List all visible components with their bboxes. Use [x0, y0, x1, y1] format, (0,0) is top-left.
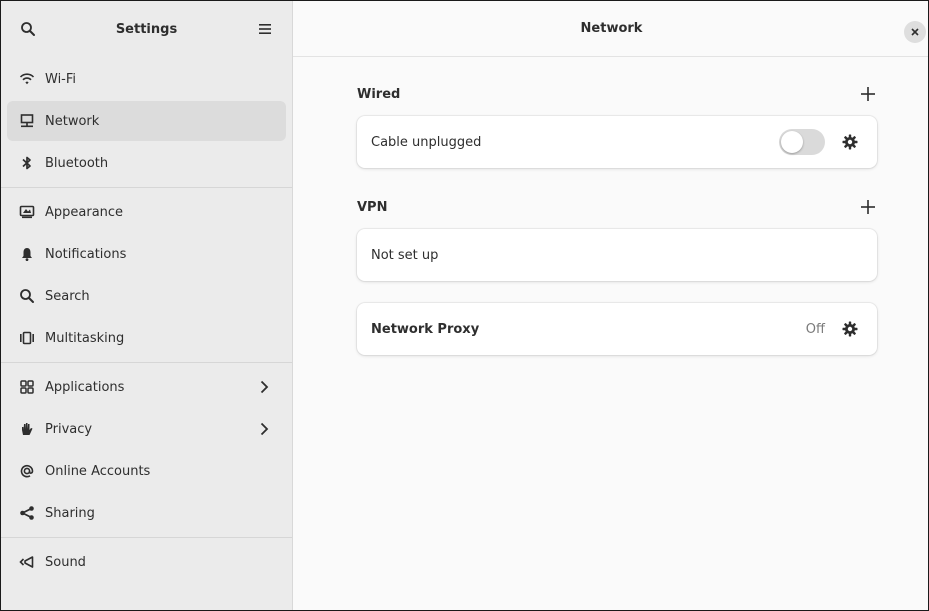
wired-connection-row: Cable unplugged [357, 116, 877, 168]
wired-settings-button[interactable] [841, 133, 859, 151]
sidebar-title: Settings [115, 21, 178, 37]
sidebar-nav: Wi-Fi Network Bluetooth Appearance Notif… [1, 59, 292, 582]
vpn-row: Not set up [357, 229, 877, 281]
sidebar-item-applications[interactable]: Applications [7, 367, 286, 407]
close-button[interactable] [904, 21, 926, 43]
sidebar-item-label: Privacy [45, 421, 93, 437]
speaker-icon [19, 554, 35, 570]
sidebar-item-label: Appearance [45, 204, 124, 220]
sidebar-item-label: Bluetooth [45, 155, 109, 171]
wired-status-label: Cable unplugged [371, 134, 482, 150]
sidebar-item-sharing[interactable]: Sharing [7, 493, 286, 533]
search-icon [19, 288, 35, 304]
close-icon [911, 28, 919, 36]
sidebar: Settings Wi-Fi Network Bluetooth Appeara… [1, 1, 293, 610]
sidebar-item-online-accounts[interactable]: Online Accounts [7, 451, 286, 491]
sidebar-item-label: Applications [45, 379, 125, 395]
search-icon[interactable] [15, 16, 41, 42]
sidebar-separator [1, 537, 292, 538]
main-header: Network [293, 1, 928, 57]
sidebar-item-label: Sound [45, 554, 86, 570]
sidebar-item-label: Network [45, 113, 100, 129]
bell-icon [19, 246, 35, 262]
sidebar-item-search[interactable]: Search [7, 276, 286, 316]
sidebar-item-multitasking[interactable]: Multitasking [7, 318, 286, 358]
sidebar-header: Settings [1, 1, 292, 57]
sidebar-item-network[interactable]: Network [7, 101, 286, 141]
sidebar-item-label: Search [45, 288, 90, 304]
add-wired-button[interactable] [859, 85, 877, 103]
network-proxy-settings-button[interactable] [841, 320, 859, 338]
sidebar-item-label: Multitasking [45, 330, 125, 346]
bluetooth-icon [19, 155, 35, 171]
sidebar-item-privacy[interactable]: Privacy [7, 409, 286, 449]
hand-icon [19, 421, 35, 437]
main-panel: Network Wired Cable unplugged VPN Not se… [293, 1, 928, 610]
applications-icon [19, 379, 35, 395]
wired-toggle[interactable] [779, 129, 825, 155]
plus-icon [861, 200, 875, 214]
sidebar-item-label: Sharing [45, 505, 95, 521]
sidebar-item-sound[interactable]: Sound [7, 542, 286, 582]
chevron-right-icon [256, 421, 272, 437]
gear-icon [842, 134, 858, 150]
hamburger-menu-icon[interactable] [252, 16, 278, 42]
sidebar-item-wifi[interactable]: Wi-Fi [7, 59, 286, 99]
sidebar-item-label: Wi-Fi [45, 71, 77, 87]
page-title: Network [580, 21, 643, 36]
gear-icon [842, 321, 858, 337]
network-proxy-row[interactable]: Network Proxy Off [357, 303, 877, 355]
sidebar-item-label: Notifications [45, 246, 127, 262]
sidebar-item-label: Online Accounts [45, 463, 151, 479]
at-icon [19, 463, 35, 479]
settings-window: Settings Wi-Fi Network Bluetooth Appeara… [0, 0, 929, 611]
share-icon [19, 505, 35, 521]
sidebar-separator [1, 187, 292, 188]
wired-section-title: Wired [357, 86, 401, 102]
sidebar-separator [1, 362, 292, 363]
sidebar-item-appearance[interactable]: Appearance [7, 192, 286, 232]
wifi-icon [19, 71, 35, 87]
appearance-icon [19, 204, 35, 220]
plus-icon [861, 87, 875, 101]
vpn-section-header: VPN [357, 198, 877, 216]
multitasking-icon [19, 330, 35, 346]
toggle-knob [781, 131, 803, 153]
sidebar-item-bluetooth[interactable]: Bluetooth [7, 143, 286, 183]
vpn-status-label: Not set up [371, 247, 439, 263]
vpn-section-title: VPN [357, 199, 388, 215]
network-icon [19, 113, 35, 129]
network-proxy-status: Off [805, 321, 825, 337]
network-proxy-label: Network Proxy [371, 321, 480, 337]
chevron-right-icon [256, 379, 272, 395]
wired-section-header: Wired [357, 85, 877, 103]
sidebar-item-notifications[interactable]: Notifications [7, 234, 286, 274]
add-vpn-button[interactable] [859, 198, 877, 216]
